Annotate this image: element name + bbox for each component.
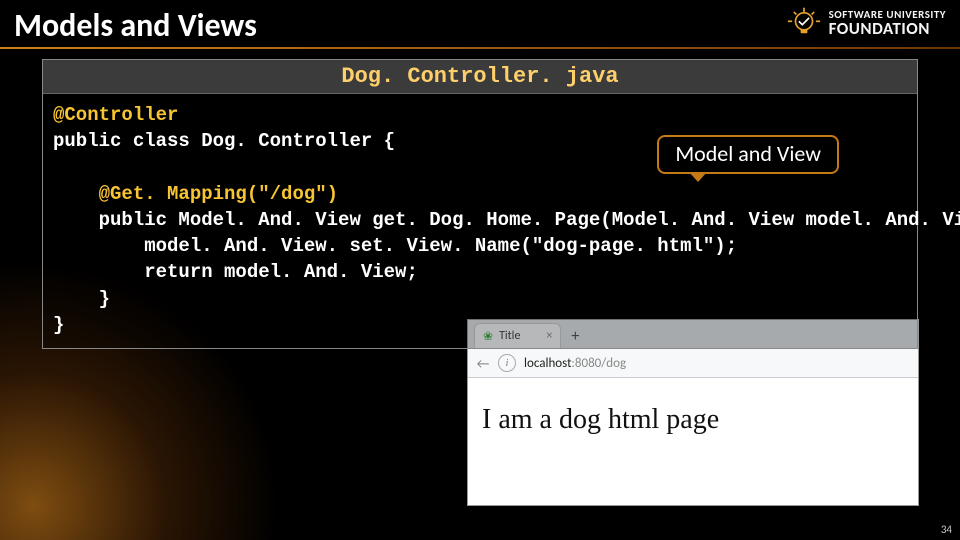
back-button[interactable]: ← xyxy=(476,355,490,372)
browser-viewport: I am a dog html page xyxy=(468,378,918,462)
logo-line2: FOUNDATION xyxy=(829,20,946,37)
code-line-6: model. And. View. set. View. Name("dog-p… xyxy=(53,235,737,257)
code-line-8: } xyxy=(53,288,110,310)
site-info-icon[interactable]: i xyxy=(498,354,516,372)
title-underline xyxy=(0,47,960,49)
code-line-5: public Model. And. View get. Dog. Home. … xyxy=(53,209,960,231)
code-line-4: @Get. Mapping("/dog") xyxy=(53,183,338,205)
code-panel: Dog. Controller. java Model and View @Co… xyxy=(42,59,918,349)
model-and-view-callout: Model and View xyxy=(657,135,839,174)
url[interactable]: localhost:8080/dog xyxy=(524,356,626,371)
browser-address-bar: ← i localhost:8080/dog xyxy=(468,348,918,378)
slide-number: 34 xyxy=(941,523,952,536)
page-text: I am a dog html page xyxy=(482,404,719,435)
url-path: :8080/dog xyxy=(571,356,626,371)
code-filename: Dog. Controller. java xyxy=(43,60,917,94)
code-line-2: public class Dog. Controller { xyxy=(53,130,395,152)
code-line-9: } xyxy=(53,314,64,336)
code-block: @Controller public class Dog. Controller… xyxy=(43,94,917,348)
org-logo: SOFTWARE UNIVERSITY FOUNDATION xyxy=(787,6,946,40)
code-line-7: return model. And. View; xyxy=(53,261,418,283)
code-line-1: @Controller xyxy=(53,104,178,126)
lightbulb-icon xyxy=(787,6,821,40)
url-host: localhost xyxy=(524,356,571,371)
